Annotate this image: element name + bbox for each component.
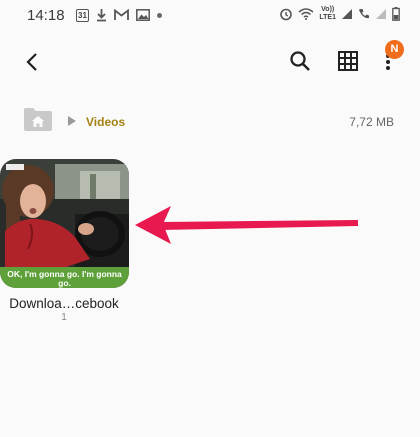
grid-icon <box>338 51 358 71</box>
breadcrumb-separator-icon <box>68 116 76 126</box>
more-notifications-icon <box>157 12 162 18</box>
grid-view-button[interactable] <box>335 48 361 74</box>
video-thumbnail[interactable]: OK, I'm gonna go. I'm gonna go. <box>0 159 129 288</box>
status-bar: 14:18 31 Vo)) LTE1 <box>0 0 420 32</box>
search-button[interactable] <box>287 48 313 74</box>
back-button[interactable] <box>18 48 46 76</box>
breadcrumb-current-folder[interactable]: Videos <box>86 115 125 129</box>
home-breadcrumb-button[interactable] <box>23 106 53 134</box>
status-time: 14:18 <box>27 7 65 24</box>
calendar-icon: 31 <box>76 8 89 22</box>
volte-icon: Vo)) LTE1 <box>319 6 336 21</box>
breadcrumb: Videos 7,72 MB <box>0 106 420 136</box>
search-icon <box>290 51 310 71</box>
alarm-icon <box>280 8 293 21</box>
home-folder-icon <box>24 108 52 131</box>
notification-badge: N <box>385 40 404 59</box>
gmail-icon <box>114 9 129 20</box>
annotation-arrow-icon <box>135 206 358 244</box>
chevron-left-icon <box>26 53 37 71</box>
signal-2-icon <box>376 9 386 19</box>
folder-size: 7,72 MB <box>349 115 394 129</box>
battery-icon <box>392 7 400 21</box>
signal-icon <box>342 9 352 19</box>
file-name[interactable]: Downloa…cebook <box>0 296 128 311</box>
file-item-count: 1 <box>61 312 67 323</box>
image-icon <box>136 9 150 21</box>
download-icon <box>97 9 106 22</box>
thumbnail-caption: OK, I'm gonna go. I'm gonna go. <box>7 269 122 288</box>
call-icon <box>359 9 369 19</box>
wifi-icon <box>298 8 314 20</box>
app-bar <box>0 36 420 84</box>
